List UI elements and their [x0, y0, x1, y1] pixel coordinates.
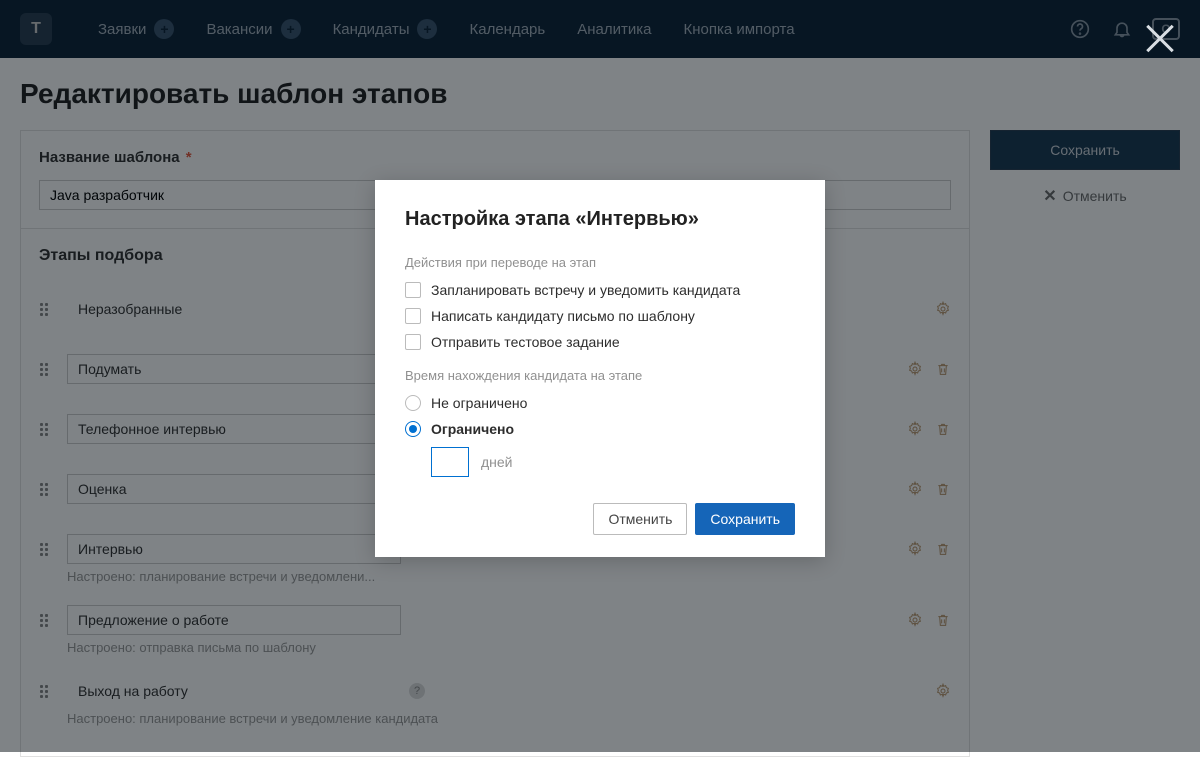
checkbox-icon [405, 282, 421, 298]
checkbox-email-template[interactable]: Написать кандидату письмо по шаблону [405, 308, 795, 324]
checkbox-icon [405, 308, 421, 324]
radio-icon [405, 395, 421, 411]
modal-save-button[interactable]: Сохранить [695, 503, 795, 535]
days-unit: дней [481, 454, 513, 470]
days-input[interactable] [431, 447, 469, 477]
modal-overlay[interactable]: Настройка этапа «Интервью» Действия при … [0, 0, 1200, 752]
modal-title: Настройка этапа «Интервью» [405, 208, 795, 231]
close-icon[interactable] [1142, 20, 1178, 56]
checkbox-icon [405, 334, 421, 350]
stage-settings-modal: Настройка этапа «Интервью» Действия при … [375, 180, 825, 557]
radio-unlimited[interactable]: Не ограничено [405, 395, 795, 411]
checkbox-schedule-meeting[interactable]: Запланировать встречу и уведомить кандид… [405, 282, 795, 298]
limit-row: дней [431, 447, 795, 477]
radio-limited[interactable]: Ограничено [405, 421, 795, 437]
modal-cancel-button[interactable]: Отменить [593, 503, 687, 535]
time-section-label: Время нахождения кандидата на этапе [405, 368, 795, 383]
checkbox-test-task[interactable]: Отправить тестовое задание [405, 334, 795, 350]
actions-section-label: Действия при переводе на этап [405, 255, 795, 270]
radio-icon [405, 421, 421, 437]
